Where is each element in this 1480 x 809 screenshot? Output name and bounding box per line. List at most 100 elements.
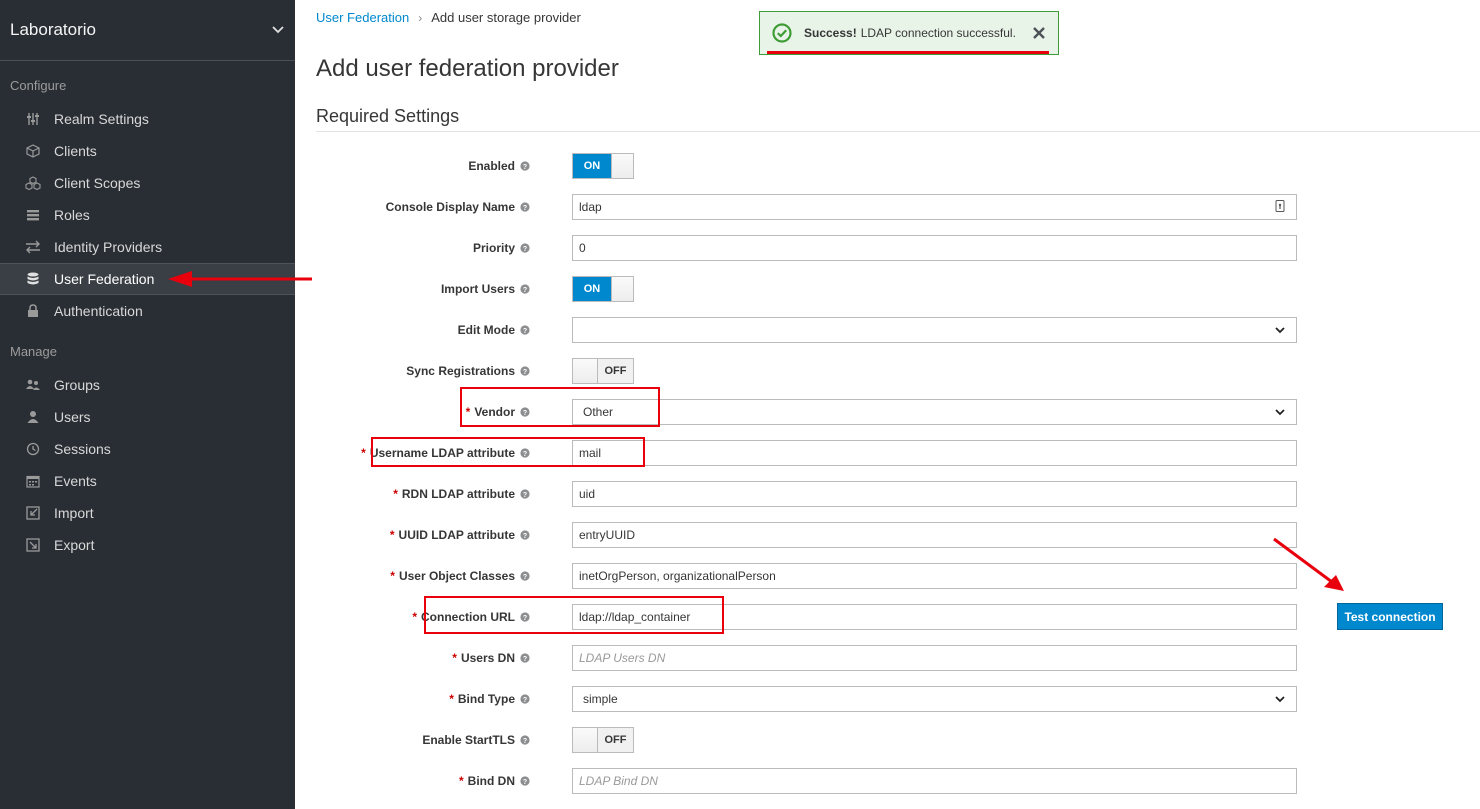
sync-registrations-toggle[interactable]: OFF (572, 358, 634, 384)
required-asterisk: * (390, 569, 395, 583)
help-icon[interactable]: ? (520, 735, 530, 745)
exchange-icon (25, 239, 41, 255)
required-asterisk: * (412, 610, 417, 624)
sidebar-item-authentication[interactable]: Authentication (0, 295, 295, 327)
required-asterisk: * (449, 692, 454, 706)
sidebar-item-groups[interactable]: Groups (0, 369, 295, 401)
form-row-sync-registrations: Sync Registrations? OFF (316, 358, 1297, 384)
export-icon (25, 537, 41, 553)
sidebar-item-clients[interactable]: Clients (0, 135, 295, 167)
enable-starttls-toggle[interactable]: OFF (572, 727, 634, 753)
field-label: Sync Registrations (406, 364, 515, 378)
rdn-ldap-attribute-input[interactable]: uid (572, 481, 1297, 507)
enabled-toggle[interactable]: ON (572, 153, 634, 179)
help-icon[interactable]: ? (520, 325, 530, 335)
cubes-icon (25, 175, 41, 191)
sidebar-item-label: Realm Settings (54, 111, 149, 127)
form-row-uuid-ldap-attribute: * UUID LDAP attribute? entryUUID (316, 522, 1297, 548)
form-row-users-dn: * Users DN? LDAP Users DN (316, 645, 1297, 671)
help-icon[interactable]: ? (520, 489, 530, 499)
annotation-box-username-attribute (371, 437, 645, 467)
sidebar-item-label: Events (54, 473, 97, 489)
clock-icon (25, 441, 41, 457)
sidebar-item-roles[interactable]: Roles (0, 199, 295, 231)
realm-selector[interactable]: Laboratorio (0, 0, 295, 61)
close-icon[interactable] (1032, 26, 1046, 40)
users-dn-input[interactable]: LDAP Users DN (572, 645, 1297, 671)
help-icon[interactable]: ? (520, 161, 530, 171)
sidebar-item-identity-providers[interactable]: Identity Providers (0, 231, 295, 263)
annotation-arrow-user-federation (168, 271, 312, 287)
sidebar-item-import[interactable]: Import (0, 497, 295, 529)
help-icon[interactable]: ? (520, 694, 530, 704)
form-row-bind-type: * Bind Type? simple (316, 686, 1297, 712)
sidebar-item-label: Users (54, 409, 91, 425)
help-icon[interactable]: ? (520, 776, 530, 786)
help-icon[interactable]: ? (520, 243, 530, 253)
password-manager-icon[interactable] (1273, 199, 1287, 213)
svg-text:?: ? (523, 697, 527, 704)
calendar-icon (25, 473, 41, 489)
form-row-priority: Priority? 0 (316, 235, 1297, 261)
required-asterisk: * (452, 651, 457, 665)
vendor-select[interactable]: Other (572, 399, 1297, 425)
sidebar-item-label: User Federation (54, 271, 155, 287)
field-label: Console Display Name (385, 200, 515, 214)
field-label: Import Users (440, 282, 515, 296)
svg-text:?: ? (523, 287, 527, 294)
list-icon (25, 207, 41, 223)
edit-mode-select[interactable] (572, 317, 1297, 343)
required-asterisk: * (393, 487, 398, 501)
cube-icon (25, 143, 41, 159)
sidebar-item-label: Export (54, 537, 95, 553)
field-label: Users DN (460, 651, 515, 665)
sidebar-item-label: Sessions (54, 441, 111, 457)
field-label: User Object Classes (398, 569, 515, 583)
realm-name: Laboratorio (10, 20, 97, 39)
sidebar-item-realm-settings[interactable]: Realm Settings (0, 103, 295, 135)
svg-text:?: ? (523, 779, 527, 786)
help-icon[interactable]: ? (520, 653, 530, 663)
console-display-name-input[interactable]: ldap (572, 194, 1297, 220)
field-label: Priority (472, 241, 515, 255)
sidebar-item-users[interactable]: Users (0, 401, 295, 433)
field-label: UUID LDAP attribute (398, 528, 515, 542)
uuid-ldap-attribute-input[interactable]: entryUUID (572, 522, 1297, 548)
form-row-enabled: Enabled? ON (316, 153, 1297, 179)
annotation-underline (767, 51, 1049, 54)
annotation-box-connection-url (424, 596, 724, 634)
sidebar-item-sessions[interactable]: Sessions (0, 433, 295, 465)
help-icon[interactable]: ? (520, 202, 530, 212)
sidebar-item-client-scopes[interactable]: Client Scopes (0, 167, 295, 199)
annotation-box-vendor (460, 387, 660, 427)
sidebar-item-label: Clients (54, 143, 97, 159)
import-users-toggle[interactable]: ON (572, 276, 634, 302)
form-row-bind-dn: * Bind DN? LDAP Bind DN (316, 768, 1297, 794)
help-icon[interactable]: ? (520, 530, 530, 540)
sidebar-item-events[interactable]: Events (0, 465, 295, 497)
svg-text:?: ? (523, 738, 527, 745)
field-label: Bind DN (467, 774, 515, 788)
user-icon (25, 409, 41, 425)
sidebar-item-export[interactable]: Export (0, 529, 295, 561)
sidebar-item-label: Groups (54, 377, 100, 393)
chevron-down-icon (1275, 327, 1285, 334)
breadcrumb-separator: › (418, 10, 423, 25)
bind-dn-input[interactable]: LDAP Bind DN (572, 768, 1297, 794)
user-object-classes-input[interactable]: inetOrgPerson, organizationalPerson (572, 563, 1297, 589)
svg-text:?: ? (523, 369, 527, 376)
annotation-arrow-test-connection (1273, 537, 1344, 591)
sidebar-item-label: Roles (54, 207, 90, 223)
username-ldap-attribute-input[interactable]: mail (572, 440, 1297, 466)
chevron-down-icon (271, 23, 285, 37)
help-icon[interactable]: ? (520, 284, 530, 294)
breadcrumb-link-user-federation[interactable]: User Federation (316, 10, 409, 25)
help-icon[interactable]: ? (520, 571, 530, 581)
form-row-rdn-ldap-attribute: * RDN LDAP attribute? uid (316, 481, 1297, 507)
priority-input[interactable]: 0 (572, 235, 1297, 261)
field-label: RDN LDAP attribute (401, 487, 515, 501)
svg-text:?: ? (523, 205, 527, 212)
bind-type-select[interactable]: simple (572, 686, 1297, 712)
test-connection-button[interactable]: Test connection (1337, 603, 1443, 630)
help-icon[interactable]: ? (520, 366, 530, 376)
